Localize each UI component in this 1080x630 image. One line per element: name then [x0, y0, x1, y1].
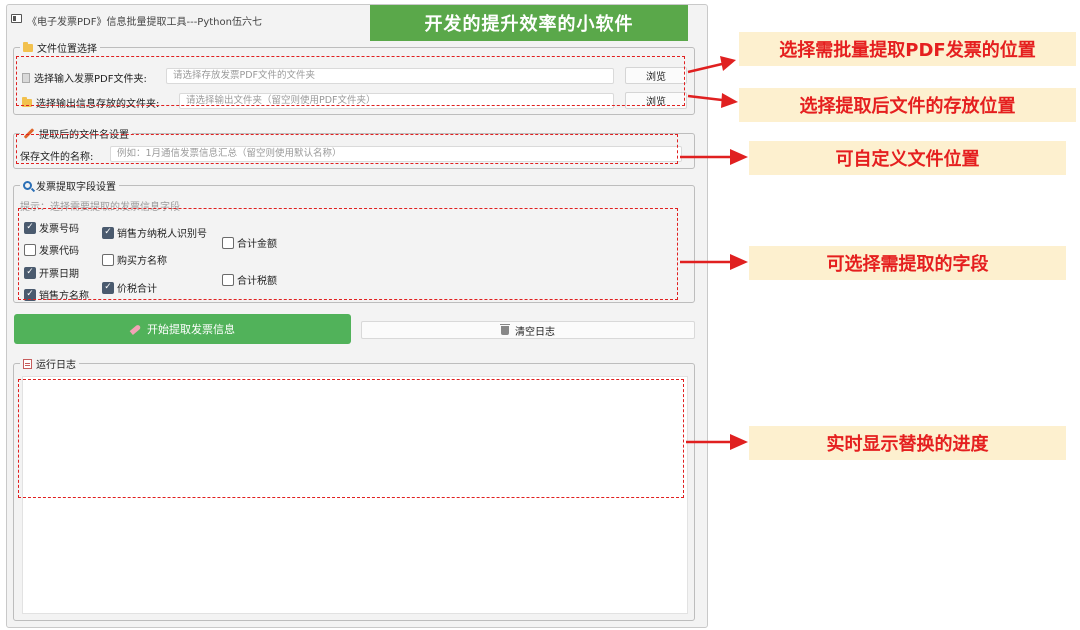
arrowhead-3 — [730, 149, 748, 165]
arrow-line-1 — [687, 62, 723, 74]
callout-output-location: 选择提取后文件的存放位置 — [739, 88, 1076, 122]
callout-input-location: 选择需批量提取PDF发票的位置 — [739, 32, 1076, 66]
feature-banner: 开发的提升效率的小软件 — [370, 5, 688, 41]
arrow-line-2 — [687, 94, 723, 102]
arrowhead-2 — [721, 93, 738, 108]
arrowhead-5 — [730, 434, 748, 450]
callout-progress: 实时显示替换的进度 — [749, 426, 1066, 460]
callout-filename: 可自定义文件位置 — [749, 141, 1066, 175]
callout-fields: 可选择需提取的字段 — [749, 246, 1066, 280]
arrowhead-4 — [730, 254, 748, 270]
arrowhead-1 — [720, 56, 736, 71]
